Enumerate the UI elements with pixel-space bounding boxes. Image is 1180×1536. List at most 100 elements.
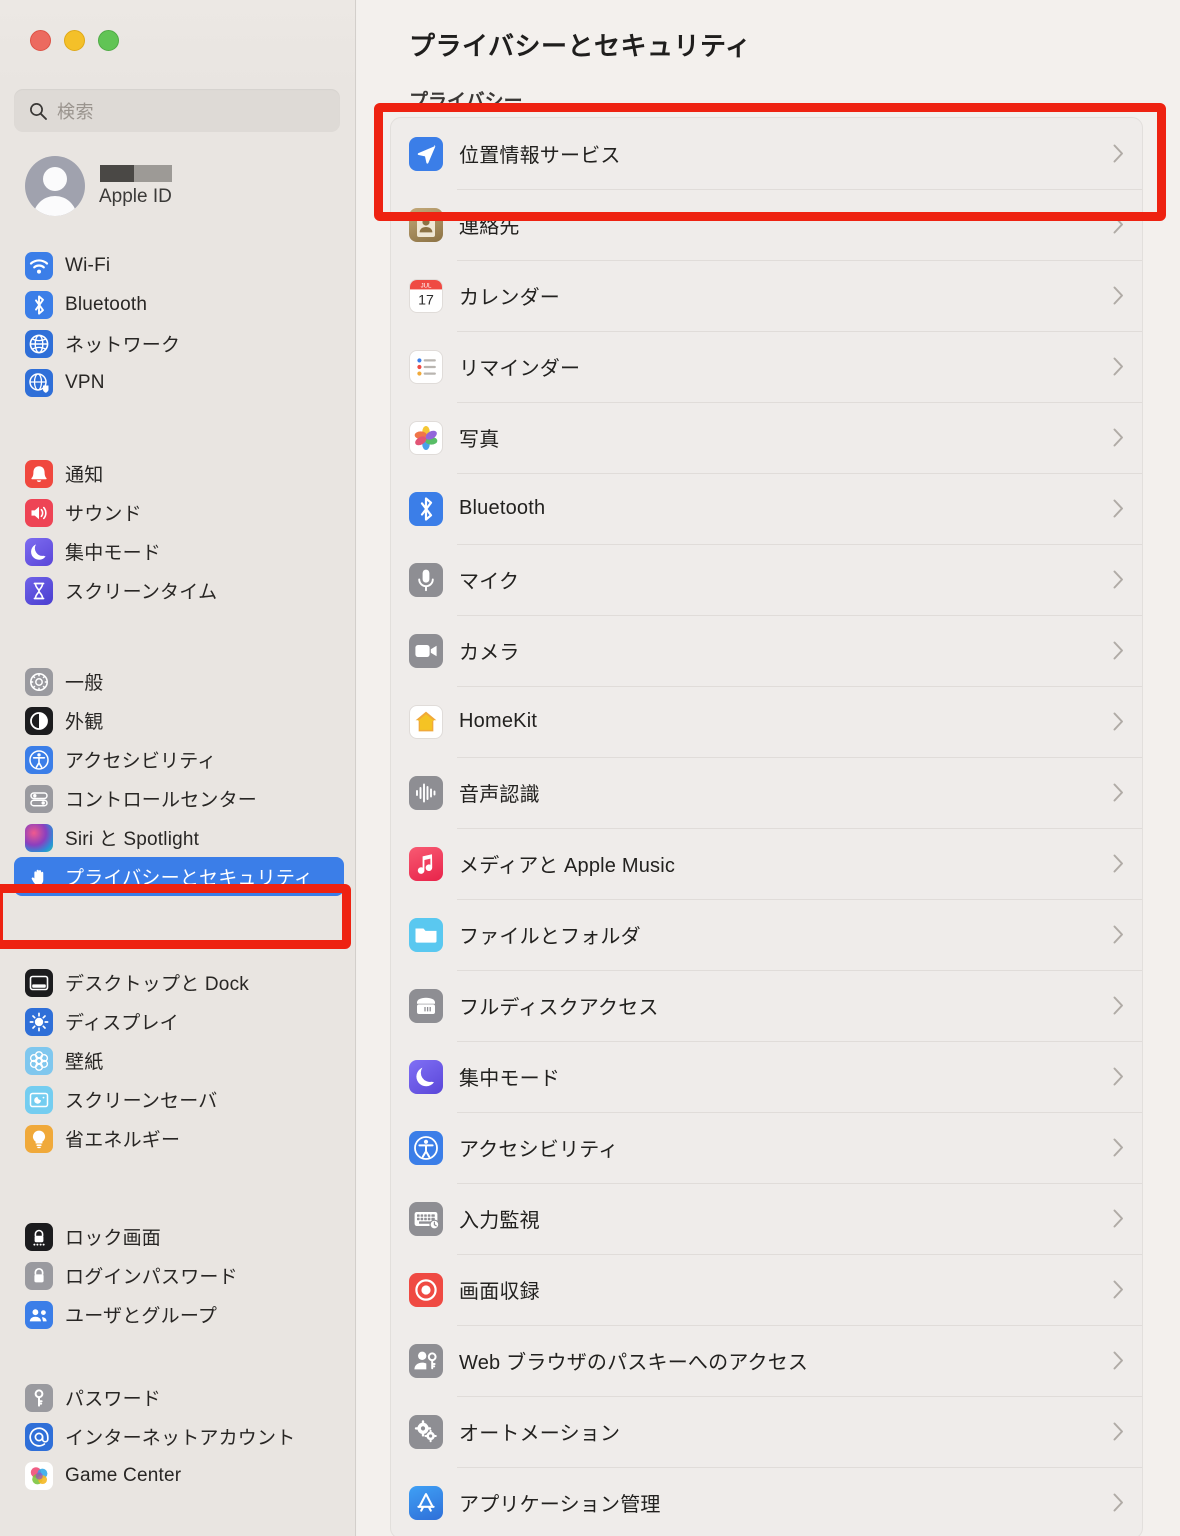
list-item-photos[interactable]: 写真 [391, 402, 1142, 473]
sidebar-item-label: スクリーンタイム [65, 582, 218, 603]
sidebar-item-users-groups[interactable]: ユーザとグループ [14, 1295, 344, 1334]
sidebar-item-vpn[interactable]: VPN [14, 363, 344, 402]
apple-id-row[interactable]: Apple ID [25, 155, 325, 217]
siri-icon [25, 823, 53, 852]
list-item-input-monitoring[interactable]: 入力監視 [391, 1183, 1142, 1254]
sidebar-item-control-center[interactable]: コントロールセンター [14, 779, 344, 818]
sidebar-item-bluetooth[interactable]: Bluetooth [14, 285, 344, 324]
list-item-contacts[interactable]: 連絡先 [391, 189, 1142, 260]
sidebar-item-notifications[interactable]: 通知 [14, 454, 344, 493]
wallpaper-icon [25, 1046, 53, 1075]
sidebar-item-label: アクセシビリティ [65, 751, 217, 772]
list-item-screen-recording[interactable]: 画面収録 [391, 1254, 1142, 1325]
search-field[interactable]: 検索 [14, 89, 340, 132]
sidebar-item-wallpaper[interactable]: 壁紙 [14, 1041, 344, 1080]
sidebar-item-sound[interactable]: サウンド [14, 493, 344, 532]
list-item-label: マイク [459, 571, 520, 593]
sidebar-item-label: プライバシーとセキュリティ [65, 868, 314, 889]
keyboard-icon [409, 1201, 443, 1236]
window-traffic-lights[interactable] [30, 30, 119, 51]
sidebar-group-network: Wi-Fi Bluetooth ネットワーク VPN [14, 246, 344, 402]
hard-disk-icon [409, 988, 443, 1023]
system-settings-window: 検索 Apple ID Wi-Fi Bluetooth ネットワーク VPN 通… [0, 0, 1180, 1536]
sidebar-item-label: コントロールセンター [65, 790, 258, 811]
list-item-location-services[interactable]: 位置情報サービス [391, 118, 1142, 189]
list-item-focus[interactable]: 集中モード [391, 1041, 1142, 1112]
sidebar-item-label: 一般 [65, 673, 104, 694]
chevron-right-icon [1113, 1067, 1124, 1086]
sidebar-item-siri-spotlight[interactable]: Siri と Spotlight [14, 818, 344, 857]
photos-icon [409, 420, 443, 455]
users-icon [25, 1300, 53, 1329]
calendar-icon: JUL 17 [409, 278, 443, 313]
list-item-label: 集中モード [459, 1068, 560, 1090]
section-header-privacy: プライバシー [409, 91, 523, 112]
chevron-right-icon [1113, 286, 1124, 305]
sidebar-item-energy-saver[interactable]: 省エネルギー [14, 1119, 344, 1158]
privacy-permissions-list: 位置情報サービス 連絡先 JUL 17 カレンダー リマインダー 写真 Blue… [390, 117, 1143, 1536]
list-item-reminders[interactable]: リマインダー [391, 331, 1142, 402]
list-item-label: アクセシビリティ [459, 1139, 619, 1161]
list-item-automation[interactable]: オートメーション [391, 1396, 1142, 1467]
sidebar-item-screentime[interactable]: スクリーンタイム [14, 571, 344, 610]
search-input[interactable]: 検索 [57, 98, 94, 124]
automation-gears-icon [409, 1414, 443, 1449]
list-item-files-folders[interactable]: ファイルとフォルダ [391, 899, 1142, 970]
sidebar-item-desktop-dock[interactable]: デスクトップと Dock [14, 963, 344, 1002]
sidebar-item-network[interactable]: ネットワーク [14, 324, 344, 363]
globe-icon [25, 329, 53, 358]
list-item-app-management[interactable]: アプリケーション管理 [391, 1467, 1142, 1536]
chevron-right-icon [1113, 1280, 1124, 1299]
close-button[interactable] [30, 30, 51, 51]
sidebar-item-game-center[interactable]: Game Center [14, 1456, 344, 1495]
list-item-camera[interactable]: カメラ [391, 615, 1142, 686]
list-item-accessibility[interactable]: アクセシビリティ [391, 1112, 1142, 1183]
sidebar-item-label: ロック画面 [65, 1228, 162, 1249]
bluetooth-icon [409, 491, 443, 526]
chevron-right-icon [1113, 1209, 1124, 1228]
list-item-label: ファイルとフォルダ [459, 926, 641, 948]
list-item-label: 画面収録 [459, 1281, 540, 1303]
sidebar-item-internet-accounts[interactable]: インターネットアカウント [14, 1417, 344, 1456]
sidebar-item-screensaver[interactable]: スクリーンセーバ [14, 1080, 344, 1119]
list-item-label: 音声認識 [459, 784, 540, 806]
sidebar-item-lock-screen[interactable]: ロック画面 [14, 1217, 344, 1256]
list-item-label: フルディスクアクセス [459, 997, 659, 1019]
list-item-label: オートメーション [459, 1423, 621, 1445]
list-item-full-disk-access[interactable]: フルディスクアクセス [391, 970, 1142, 1041]
list-item-passkey-access[interactable]: Web ブラウザのパスキーへのアクセス [391, 1325, 1142, 1396]
minimize-button[interactable] [64, 30, 85, 51]
sidebar-item-wifi[interactable]: Wi-Fi [14, 246, 344, 285]
sidebar-item-label: 省エネルギー [65, 1130, 181, 1151]
sidebar-item-privacy-security[interactable]: プライバシーとセキュリティ [14, 857, 344, 896]
sidebar-item-login-password[interactable]: ログインパスワード [14, 1256, 344, 1295]
reminders-icon [409, 349, 443, 384]
lock-screen-icon [25, 1222, 53, 1251]
sidebar-item-label: スクリーンセーバ [65, 1091, 218, 1112]
sidebar-item-accessibility[interactable]: アクセシビリティ [14, 740, 344, 779]
sidebar-item-label: VPN [65, 371, 105, 393]
gear-icon [25, 667, 53, 696]
list-item-media-apple-music[interactable]: メディアと Apple Music [391, 828, 1142, 899]
chevron-right-icon [1113, 854, 1124, 873]
screensaver-icon [25, 1085, 53, 1114]
list-item-label: アプリケーション管理 [459, 1494, 661, 1516]
list-item-bluetooth[interactable]: Bluetooth [391, 473, 1142, 544]
sidebar-item-appearance[interactable]: 外観 [14, 701, 344, 740]
sidebar-item-general[interactable]: 一般 [14, 662, 344, 701]
list-item-calendar[interactable]: JUL 17 カレンダー [391, 260, 1142, 331]
page-title: プライバシーとセキュリティ [409, 31, 752, 61]
sidebar-item-passwords[interactable]: パスワード [14, 1378, 344, 1417]
sidebar-item-displays[interactable]: ディスプレイ [14, 1002, 344, 1041]
list-item-microphone[interactable]: マイク [391, 544, 1142, 615]
chevron-right-icon [1113, 1351, 1124, 1370]
vpn-globe-icon [25, 368, 53, 397]
sidebar-item-focus[interactable]: 集中モード [14, 532, 344, 571]
list-item-homekit[interactable]: HomeKit [391, 686, 1142, 757]
chevron-right-icon [1113, 428, 1124, 447]
list-item-label: 写真 [459, 429, 500, 451]
list-item-speech-recognition[interactable]: 音声認識 [391, 757, 1142, 828]
passkey-person-icon [409, 1343, 443, 1378]
wifi-icon [25, 251, 53, 280]
zoom-button[interactable] [98, 30, 119, 51]
